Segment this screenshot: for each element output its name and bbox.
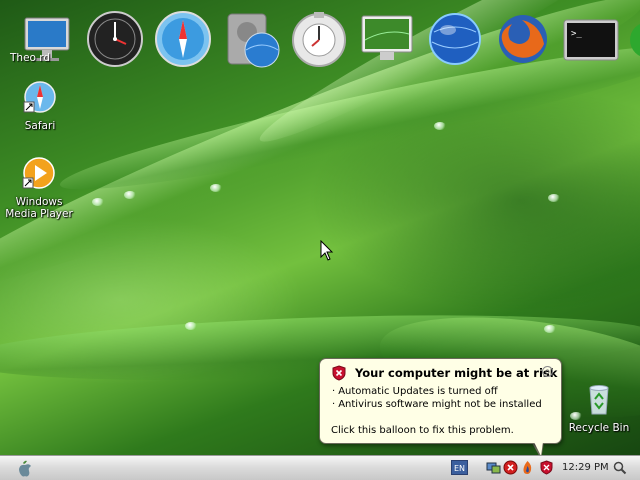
display-icon[interactable] [358, 10, 416, 68]
error-tray-icon[interactable] [503, 460, 518, 475]
start-button-apple-icon[interactable] [8, 459, 42, 478]
security-shield-icon [332, 365, 346, 381]
search-icon[interactable] [613, 461, 627, 475]
safari-icon [23, 81, 56, 113]
balloon-title: Your computer might be at risk [355, 366, 558, 380]
balloon-message-line: Automatic Updates is turned off [332, 386, 497, 397]
fire-tray-icon[interactable] [520, 460, 535, 475]
media-player-icon [22, 157, 55, 189]
terminal-icon[interactable]: >_ [562, 10, 620, 68]
drive-globe-icon[interactable] [224, 10, 282, 68]
desktop-icon-label: Recycle Bin [568, 422, 630, 434]
taskbar: EN 12:29 PM [0, 455, 640, 480]
security-alert-balloon[interactable]: Your computer might be at risk o Automat… [319, 358, 562, 444]
balloon-fix-link[interactable]: Click this balloon to fix this problem. [331, 425, 514, 436]
desktop-icon-safari[interactable]: Safari [2, 80, 78, 132]
recycle-bin-icon [589, 385, 609, 415]
balloon-tail-fill [534, 442, 543, 456]
firefox-icon[interactable] [494, 10, 552, 68]
desktop-icon-label: Safari [24, 120, 56, 132]
language-indicator[interactable]: EN [451, 460, 468, 475]
dashboard-clock-icon[interactable] [86, 10, 144, 68]
svg-text:>_: >_ [571, 29, 582, 39]
desktop-icon-windows-media-player[interactable]: Windows Media Player [1, 156, 77, 220]
safari-compass-icon[interactable] [154, 10, 212, 68]
system-preferences-icon[interactable] [290, 10, 348, 68]
taskbar-clock[interactable]: 12:29 PM [562, 462, 609, 473]
browser-globe-icon[interactable] [426, 10, 484, 68]
desktop-icon-recycle-bin[interactable]: Recycle Bin [561, 382, 637, 434]
security-center-tray-icon[interactable] [539, 460, 554, 475]
partial-desktop-label: Theo rd [10, 52, 51, 64]
balloon-message-line: Antivirus software might not be installe… [332, 399, 542, 410]
mouse-cursor-icon [320, 240, 334, 261]
dock: >_ [0, 4, 640, 70]
network-tray-icon[interactable] [486, 460, 501, 475]
partial-icon[interactable] [628, 10, 640, 68]
balloon-close-button[interactable]: o [542, 366, 553, 377]
desktop-icon-label: Windows Media Player [5, 196, 73, 220]
